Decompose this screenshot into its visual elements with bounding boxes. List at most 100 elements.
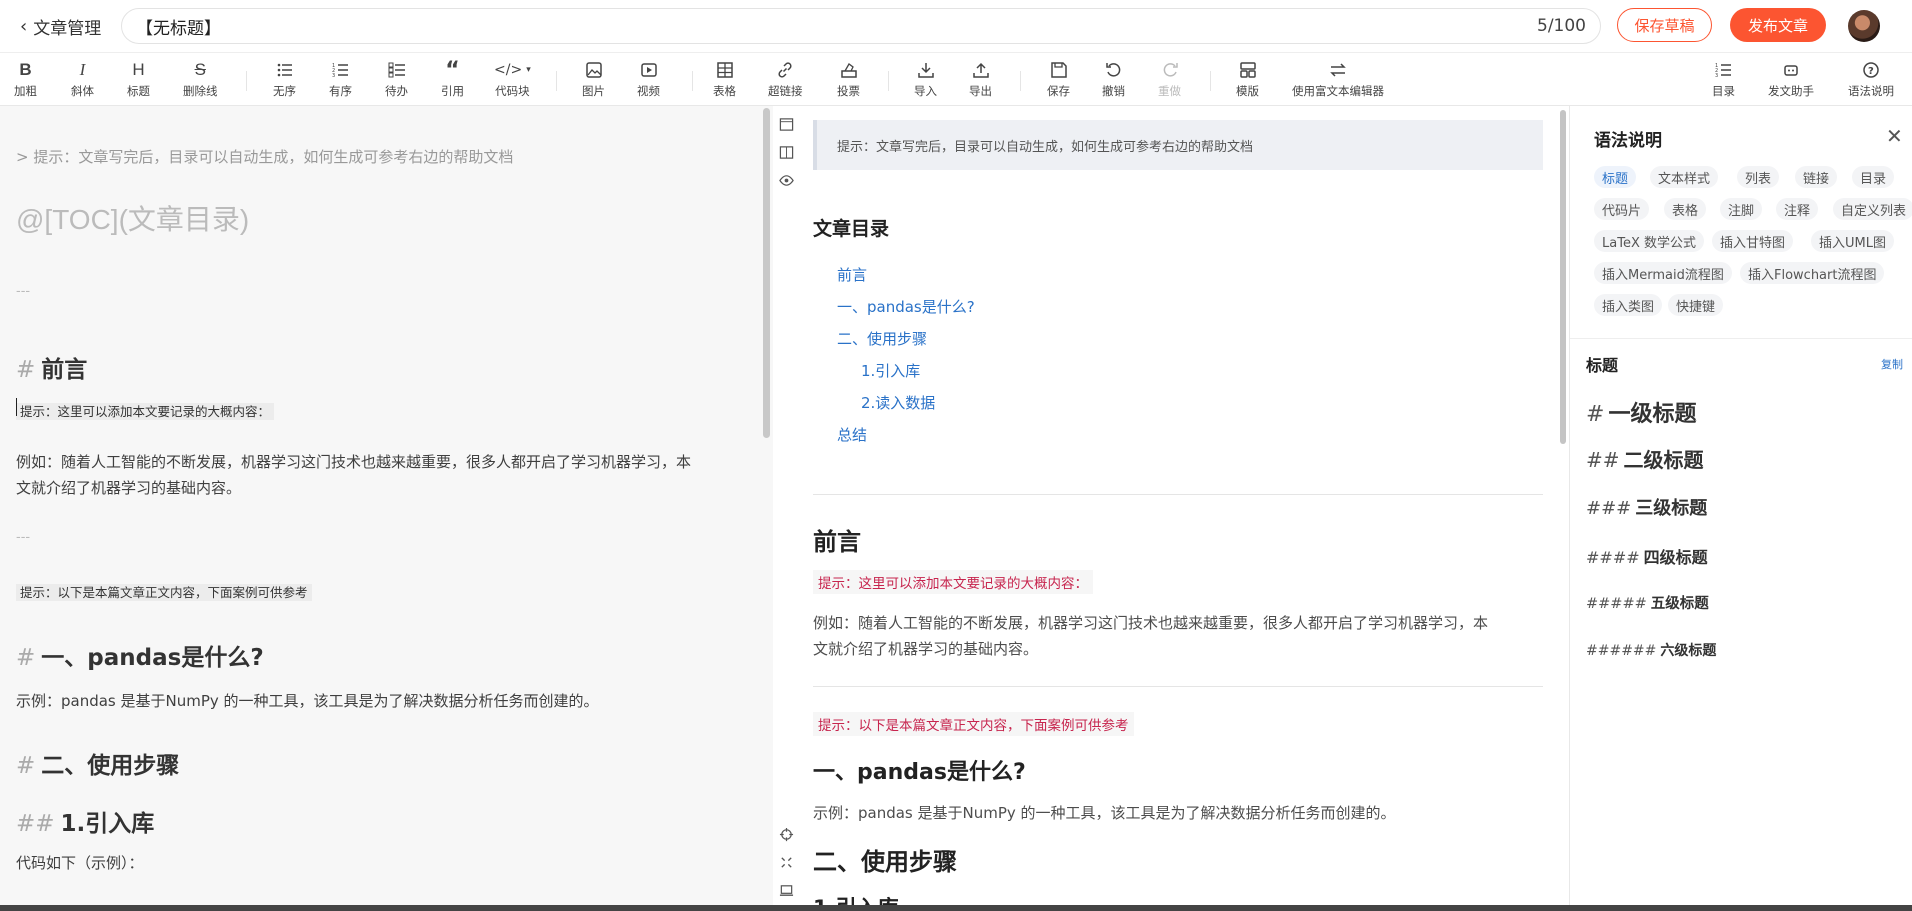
editor-scrollbar[interactable] (763, 108, 770, 438)
redo-button[interactable]: 重做 (1158, 59, 1181, 99)
help-heading-example-5: ##### 五级标题 (1586, 596, 1709, 612)
syntax-help-button[interactable]: ? 语法说明 (1848, 59, 1894, 99)
quote-icon: “ (445, 57, 460, 83)
todo-button[interactable]: 待办 (385, 59, 408, 99)
video-button[interactable]: 视频 (637, 59, 660, 99)
heading-button[interactable]: H 标题 (127, 59, 150, 99)
help-chip[interactable]: 快捷键 (1668, 294, 1724, 316)
back-label: 文章管理 (33, 18, 102, 39)
editor-heading-preface: # 前言 (16, 357, 88, 383)
save-draft-button[interactable]: 保存草稿 (1617, 8, 1712, 42)
help-chip[interactable]: 链接 (1795, 166, 1838, 188)
editor-heading-pandas: # 一、pandas是什么? (16, 645, 264, 671)
toolbar-divider (692, 71, 693, 91)
italic-button[interactable]: I 斜体 (71, 59, 94, 99)
image-button[interactable]: 图片 (582, 59, 605, 99)
copy-link[interactable]: 复制 (1881, 356, 1903, 372)
toc-button[interactable]: 123 目录 (1712, 59, 1735, 99)
help-chip[interactable]: 插入Flowchart流程图 (1740, 262, 1885, 284)
close-icon[interactable]: ✕ (1886, 124, 1903, 148)
editor-paragraph-line1: 例如：随着人工智能的不断发展，机器学习这门技术也越来越重要，很多人都开启了学习机… (16, 453, 692, 471)
preview-scrollbar[interactable] (1560, 110, 1566, 444)
hyperlink-button[interactable]: 超链接 (768, 59, 803, 99)
eye-icon[interactable] (778, 172, 794, 188)
sync-scroll-icon[interactable] (778, 854, 794, 870)
strikethrough-button[interactable]: S 删除线 (183, 59, 218, 99)
help-chip[interactable]: 自定义列表 (1833, 198, 1912, 220)
markdown-preview: 提示：文章写完后，目录可以自动生成，如何生成可参考右边的帮助文档 文章目录 前言… (799, 106, 1569, 905)
svg-text:3: 3 (332, 73, 335, 79)
laptop-icon[interactable] (778, 882, 794, 898)
export-button[interactable]: 导出 (969, 59, 992, 99)
publish-button[interactable]: 发布文章 (1730, 8, 1826, 42)
vote-button[interactable]: 投票 (837, 59, 860, 99)
toolbar-divider (1210, 71, 1211, 91)
help-chip[interactable]: LaTeX 数学公式 (1594, 230, 1704, 252)
toc-link-import[interactable]: 1.引入库 (861, 360, 1569, 381)
toc-link-read-data[interactable]: 2.读入数据 (861, 392, 1569, 413)
single-column-icon[interactable] (778, 116, 794, 132)
help-chip[interactable]: 文本样式 (1650, 166, 1719, 188)
upload-icon (972, 59, 990, 81)
toc-link-steps[interactable]: 二、使用步骤 (837, 328, 1567, 349)
quote-button[interactable]: “ 引用 (441, 57, 464, 99)
rich-text-editor-button[interactable]: 使用富文本编辑器 (1292, 59, 1384, 99)
editor-toc-line: @[TOC](文章目录) (16, 204, 250, 235)
top-header: ‹ 文章管理 5/100 保存草稿 发布文章 (0, 0, 1912, 52)
editor-heading-import: ## 1.引入库 (16, 811, 155, 837)
help-chip[interactable]: 标题 (1594, 166, 1637, 188)
avatar[interactable] (1848, 10, 1880, 42)
unordered-list-button[interactable]: 无序 (273, 59, 296, 99)
ordered-list-icon: 123 (332, 59, 350, 81)
editor-code-tip1: 提示：这里可以添加本文要记录的大概内容： (16, 401, 275, 420)
help-chip[interactable]: 注释 (1776, 198, 1819, 220)
toolbar-divider (1020, 71, 1021, 91)
help-chip[interactable]: 插入Mermaid流程图 (1594, 262, 1732, 284)
help-heading-example-1: # 一级标题 (1586, 402, 1697, 427)
title-input[interactable] (136, 16, 1537, 36)
help-chip[interactable]: 插入类图 (1594, 294, 1663, 316)
help-chip[interactable]: 插入甘特图 (1712, 230, 1794, 252)
split-view-icon[interactable] (778, 144, 794, 160)
assistant-button[interactable]: 发文助手 (1768, 59, 1814, 99)
undo-icon (1105, 59, 1123, 81)
toc-link-pandas[interactable]: 一、pandas是什么? (837, 296, 1567, 317)
redo-icon (1161, 59, 1179, 81)
preview-code-tip1-wrap: 提示：这里可以添加本文要记录的大概内容： (813, 570, 1543, 594)
toc-link-summary[interactable]: 总结 (837, 424, 1567, 445)
save-button[interactable]: 保存 (1047, 59, 1070, 99)
bold-button[interactable]: B 加粗 (14, 59, 37, 99)
help-chip[interactable]: 注脚 (1720, 198, 1763, 220)
help-chip[interactable]: 插入UML图 (1811, 230, 1894, 252)
help-chip[interactable]: 代码片 (1594, 198, 1650, 220)
title-field[interactable]: 5/100 (121, 8, 1601, 44)
template-button[interactable]: 模版 (1236, 59, 1259, 99)
heading-icon: H (132, 60, 145, 79)
help-chip[interactable]: 列表 (1737, 166, 1780, 188)
view-mode-tools (773, 106, 799, 905)
editor-heading-steps: # 二、使用步骤 (16, 753, 180, 779)
table-button[interactable]: 表格 (713, 59, 736, 99)
toc-link-preface[interactable]: 前言 (837, 264, 1567, 285)
markdown-editor[interactable]: > 提示：文章写完后，目录可以自动生成，如何生成可参考右边的帮助文档 @[TOC… (0, 106, 773, 905)
text-cursor (16, 398, 17, 416)
undo-button[interactable]: 撤销 (1102, 59, 1125, 99)
help-chip[interactable]: 表格 (1664, 198, 1707, 220)
bold-icon: B (19, 60, 32, 79)
editor-code-tip2: 提示：以下是本篇文章正文内容，下面案例可供参考 (16, 582, 312, 601)
import-button[interactable]: 导入 (914, 59, 937, 99)
back-link[interactable]: ‹ 文章管理 (20, 14, 101, 39)
robot-icon (1782, 59, 1800, 81)
help-chip[interactable]: 目录 (1852, 166, 1895, 188)
title-char-count: 5/100 (1537, 16, 1586, 36)
help-section-title: 标题 (1586, 356, 1619, 375)
toolbar-divider (246, 71, 247, 91)
code-block-button[interactable]: </> ▾ 代码块 (494, 59, 531, 99)
help-divider (1570, 338, 1912, 339)
editor-toolbar: B 加粗 I 斜体 H 标题 S 删除线 无序 123 有序 待办 “ 引用 <… (0, 52, 1912, 106)
locate-icon[interactable] (778, 826, 794, 842)
preview-paragraph-line2: 文就介绍了机器学习的基础内容。 (813, 640, 1039, 658)
preview-divider (813, 494, 1543, 495)
video-icon (640, 59, 658, 81)
ordered-list-button[interactable]: 123 有序 (329, 59, 352, 99)
